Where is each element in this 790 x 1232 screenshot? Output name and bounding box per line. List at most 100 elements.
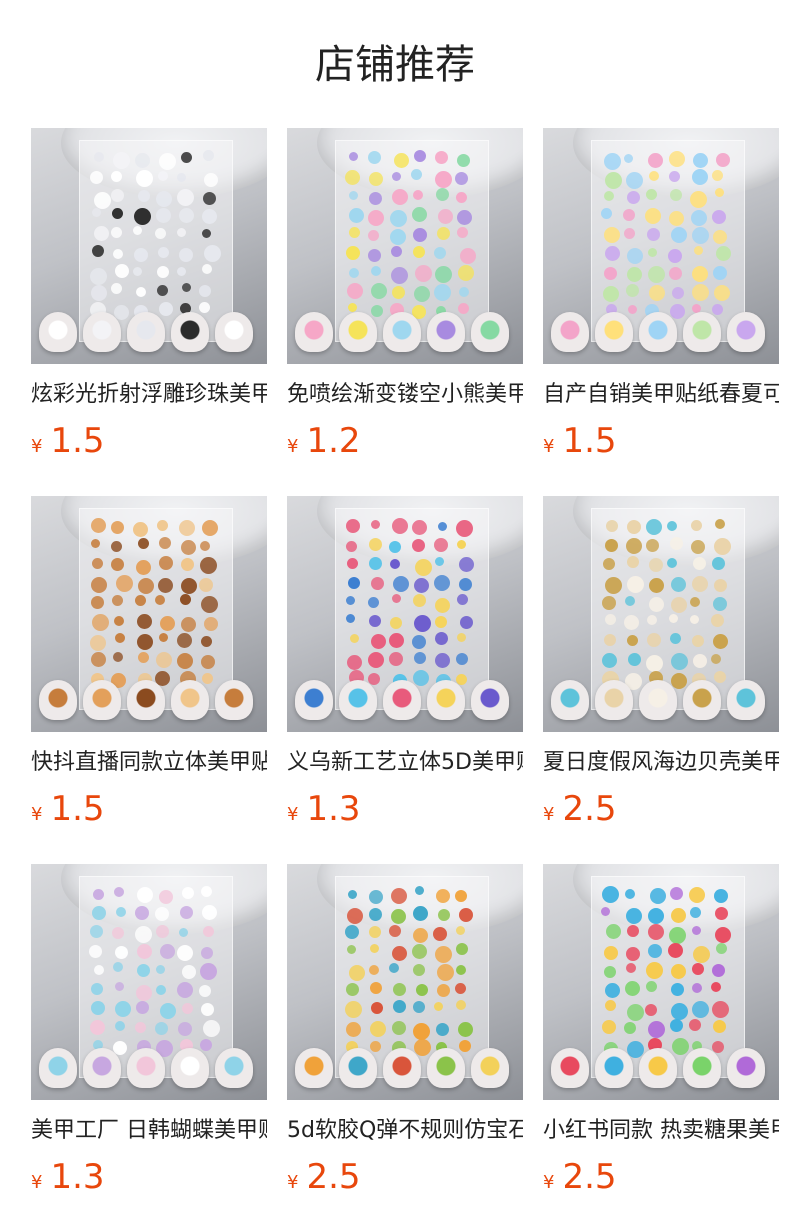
sticker-dot: [155, 924, 169, 938]
product-name[interactable]: 免喷绘渐变镂空小熊美甲贴纸: [287, 380, 523, 410]
sticker-dot: [114, 1020, 125, 1031]
nail-tip: [127, 680, 165, 720]
sticker-dot: [111, 207, 123, 219]
sticker-dot: [114, 632, 125, 643]
sticker-dot: [177, 266, 187, 276]
product-image[interactable]: [31, 128, 267, 364]
sticker-dot: [369, 889, 384, 904]
product-name[interactable]: 快抖直播同款立体美甲贴纸: [31, 748, 267, 778]
sticker-dot: [369, 926, 382, 939]
sticker-dot: [413, 905, 429, 921]
sticker-dot: [390, 229, 407, 246]
sticker-dot: [91, 284, 108, 301]
sticker-dot: [345, 1000, 363, 1018]
sticker-dot: [459, 247, 476, 264]
nail-tip: [215, 1048, 253, 1088]
sticker-dot: [157, 266, 170, 279]
sticker-dot: [201, 264, 212, 275]
product-name[interactable]: 义乌新工艺立体5D美甲贴纸: [287, 748, 523, 778]
product-name[interactable]: 5d软胶Q弹不规则仿宝石: [287, 1116, 523, 1146]
sticker-dot: [456, 191, 468, 203]
sticker-dot: [434, 150, 448, 164]
sticker-dot: [692, 284, 710, 302]
nail-tip: [295, 312, 333, 352]
sticker-dot: [604, 1000, 616, 1012]
product-card[interactable]: 炫彩光折射浮雕珍珠美甲贴纸 ¥1.5: [31, 128, 267, 466]
product-image[interactable]: [543, 496, 779, 732]
sticker-dot: [348, 965, 365, 982]
product-image[interactable]: [31, 496, 267, 732]
sticker-dot: [369, 1021, 386, 1038]
sticker-dot: [89, 925, 103, 939]
sticker-dot: [711, 654, 722, 665]
sticker-dot: [393, 983, 407, 997]
sticker-dot: [458, 907, 473, 922]
sticker-dot: [669, 613, 679, 623]
sticker-dot: [114, 886, 125, 897]
sticker-dot: [136, 944, 152, 960]
sticker-dot: [671, 653, 689, 671]
product-image[interactable]: [287, 496, 523, 732]
sticker-dot: [114, 615, 125, 626]
product-card[interactable]: 5d软胶Q弹不规则仿宝石 ¥2.5: [287, 864, 523, 1202]
nail-tip: [295, 680, 333, 720]
sticker-dot: [368, 537, 382, 551]
product-image[interactable]: [287, 864, 523, 1100]
sticker-dot: [369, 557, 383, 571]
price-amount: 1.3: [50, 1157, 105, 1197]
product-card[interactable]: 夏日度假风海边贝壳美甲贴 ¥2.5: [543, 496, 779, 834]
sticker-dot: [111, 227, 123, 239]
product-name[interactable]: 美甲工厂 日韩蝴蝶美甲贴纸: [31, 1116, 267, 1146]
nail-tip: [427, 680, 465, 720]
product-image[interactable]: [287, 128, 523, 364]
sticker-dot: [177, 632, 192, 648]
sticker-dot: [670, 227, 687, 244]
sticker-dot: [179, 207, 195, 223]
product-image[interactable]: [543, 864, 779, 1100]
nail-tip: [683, 312, 721, 352]
sticker-dot: [368, 171, 383, 186]
sticker-dot: [92, 888, 104, 900]
sticker-dot: [92, 207, 102, 217]
product-card[interactable]: 快抖直播同款立体美甲贴纸 ¥1.5: [31, 496, 267, 834]
product-card[interactable]: 免喷绘渐变镂空小熊美甲贴纸 ¥1.2: [287, 128, 523, 466]
sticker-dot: [647, 924, 664, 941]
sticker-dot: [601, 596, 616, 611]
product-image[interactable]: [543, 128, 779, 364]
nail-tip: [639, 1048, 677, 1088]
sticker-dot: [715, 943, 727, 955]
sticker-dot: [457, 227, 469, 239]
sticker-dot: [458, 1022, 474, 1038]
sticker-dot: [345, 982, 359, 996]
sticker-dot: [645, 208, 662, 225]
sticker-dot: [455, 519, 473, 537]
product-card[interactable]: 美甲工厂 日韩蝴蝶美甲贴纸 ¥1.3: [31, 864, 267, 1202]
sticker-dot: [135, 925, 153, 943]
sticker-dot: [645, 188, 657, 200]
nail-tip: [727, 680, 765, 720]
sticker-dot: [413, 652, 426, 665]
product-name[interactable]: 小红书同款 热卖糖果美甲贴: [543, 1116, 779, 1146]
sticker-dot: [91, 595, 105, 609]
sticker-dot: [691, 575, 708, 592]
sticker-dot: [668, 943, 684, 959]
product-image[interactable]: [31, 864, 267, 1100]
sticker-dot: [200, 556, 218, 574]
product-price: ¥1.2: [287, 422, 523, 466]
product-name[interactable]: 夏日度假风海边贝壳美甲贴: [543, 748, 779, 778]
sticker-dot: [627, 652, 641, 666]
product-price: ¥2.5: [287, 1158, 523, 1202]
product-card[interactable]: 小红书同款 热卖糖果美甲贴 ¥2.5: [543, 864, 779, 1202]
sticker-dots: [89, 886, 223, 1058]
nail-tip: [127, 1048, 165, 1088]
sticker-dot: [390, 559, 401, 570]
sticker-dot: [370, 1002, 383, 1015]
product-name[interactable]: 炫彩光折射浮雕珍珠美甲贴纸: [31, 380, 267, 410]
sticker-dot: [623, 153, 633, 163]
product-name[interactable]: 自产自销美甲贴纸春夏可爱: [543, 380, 779, 410]
product-card[interactable]: 自产自销美甲贴纸春夏可爱 ¥1.5: [543, 128, 779, 466]
sticker-dot: [91, 245, 104, 258]
sticker-dot: [345, 169, 360, 185]
sticker-dot: [691, 1001, 709, 1019]
product-card[interactable]: 义乌新工艺立体5D美甲贴纸 ¥1.3: [287, 496, 523, 834]
